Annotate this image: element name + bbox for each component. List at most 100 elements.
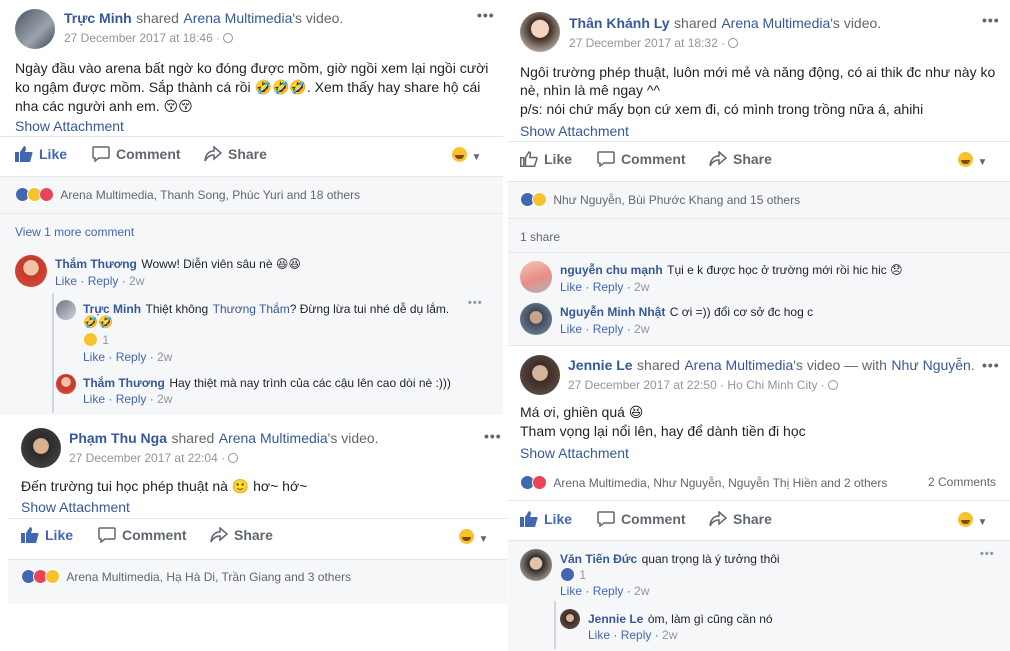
like-button[interactable]: Like <box>21 527 73 543</box>
comment-time[interactable]: 2w <box>634 280 649 294</box>
shares-count-link[interactable]: 1 share <box>520 230 560 244</box>
shared-suffix: 's video. <box>830 15 882 31</box>
avatar[interactable] <box>520 12 560 52</box>
reply-options-icon[interactable]: ••• <box>468 297 483 309</box>
reply-like-link[interactable]: Like <box>83 392 105 406</box>
shared-suffix: 's video — with <box>793 357 887 373</box>
reaction-picker[interactable]: ▼ <box>958 512 987 530</box>
author-name[interactable]: Trực Minh <box>64 10 132 26</box>
comment-reply-link[interactable]: Reply <box>593 584 624 598</box>
thumbs-up-icon <box>520 151 538 167</box>
like-button[interactable]: Like <box>520 151 572 167</box>
more-options-icon[interactable]: ••• <box>982 357 1000 373</box>
reply-time[interactable]: 2w <box>157 350 172 364</box>
avatar[interactable] <box>520 303 552 335</box>
reply-reply-link[interactable]: Reply <box>116 392 147 406</box>
post-card-pham-thu-nga: Phạm Thu Nga shared Arena Multimedia's v… <box>8 418 507 604</box>
comment-time[interactable]: 2w <box>634 322 649 336</box>
like-label: Like <box>45 527 74 543</box>
reaction-picker[interactable]: ▼ <box>958 152 987 170</box>
like-reaction-icon <box>560 567 575 582</box>
author-name[interactable]: Jennie Le <box>568 357 633 373</box>
comment-like-link[interactable]: Like <box>55 274 77 288</box>
reaction-picker[interactable]: ▼ <box>452 147 481 165</box>
comment-time[interactable]: 2w <box>634 584 649 598</box>
comment-button[interactable]: Comment <box>597 511 686 527</box>
show-attachment-link[interactable]: Show Attachment <box>520 445 629 461</box>
comment-reaction-count[interactable]: 1 <box>560 567 586 582</box>
comment-reply-link[interactable]: Reply <box>593 322 624 336</box>
author-name[interactable]: Phạm Thu Nga <box>69 430 167 446</box>
more-options-icon[interactable]: ••• <box>477 7 495 23</box>
view-more-comments-link[interactable]: View 1 more comment <box>15 225 134 239</box>
post-time[interactable]: 27 December 2017 at 22:04 · <box>69 451 225 465</box>
tagged-name[interactable]: Như Nguyễn <box>891 357 970 373</box>
show-attachment-link[interactable]: Show Attachment <box>15 118 124 134</box>
comment-button[interactable]: Comment <box>92 146 181 162</box>
share-button[interactable]: Share <box>709 151 772 167</box>
reply-time[interactable]: 2w <box>662 628 677 642</box>
share-button[interactable]: Share <box>709 511 772 527</box>
comments-count-link[interactable]: 2 Comments <box>928 475 996 489</box>
reply-like-link[interactable]: Like <box>588 628 610 642</box>
commenter-name[interactable]: nguyễn chu mạnh <box>560 263 663 277</box>
avatar[interactable] <box>520 261 552 293</box>
comment-reply-link[interactable]: Reply <box>88 274 119 288</box>
reactions-summary[interactable]: Arena Multimedia, Như Nguyễn, Nguyễn Thị… <box>520 475 887 490</box>
reply-reply-link[interactable]: Reply <box>621 628 652 642</box>
avatar[interactable] <box>56 300 76 320</box>
reply-name[interactable]: Thắm Thương <box>83 376 165 390</box>
post-text-line: nè, nhìn là mê ngay ^^ <box>520 82 660 98</box>
post-time[interactable]: 27 December 2017 at 22:50 · Ho Chi Minh … <box>568 378 825 392</box>
page-link[interactable]: Arena Multimedia <box>721 15 830 31</box>
like-label: Like <box>39 146 68 162</box>
comment-button[interactable]: Comment <box>98 527 187 543</box>
comment-like-link[interactable]: Like <box>560 584 582 598</box>
avatar[interactable] <box>15 255 47 287</box>
post-time[interactable]: 27 December 2017 at 18:32 <box>569 36 718 50</box>
author-name[interactable]: Thân Khánh Ly <box>569 15 670 31</box>
page-link[interactable]: Arena Multimedia <box>183 10 292 26</box>
post-text-line: Tham vọng lại nổi lên, hay để dành tiền … <box>520 423 806 439</box>
reply-name[interactable]: Jennie Le <box>588 612 643 626</box>
post-time[interactable]: 27 December 2017 at 18:46 <box>64 31 213 45</box>
reply-name[interactable]: Trực Minh <box>83 302 141 316</box>
comment-time[interactable]: 2w <box>129 274 144 288</box>
reactions-summary[interactable]: Arena Multimedia, Hạ Hà Di, Trần Giang a… <box>21 569 351 584</box>
comment-like-link[interactable]: Like <box>560 322 582 336</box>
reply-reaction-count[interactable]: 1 <box>83 332 109 347</box>
more-options-icon[interactable]: ••• <box>484 428 502 444</box>
avatar[interactable] <box>21 428 61 468</box>
avatar[interactable] <box>520 549 552 581</box>
reactions-summary[interactable]: Như Nguyễn, Bùi Phước Khang and 15 other… <box>520 192 800 207</box>
comment-button[interactable]: Comment <box>597 151 686 167</box>
share-label: Share <box>733 151 772 167</box>
share-button[interactable]: Share <box>204 146 267 162</box>
more-options-icon[interactable]: ••• <box>982 12 1000 28</box>
reply-like-link[interactable]: Like <box>83 350 105 364</box>
comment-like-link[interactable]: Like <box>560 280 582 294</box>
page-link[interactable]: Arena Multimedia <box>684 357 793 373</box>
show-attachment-link[interactable]: Show Attachment <box>520 123 629 139</box>
like-button[interactable]: Like <box>520 511 572 527</box>
share-button[interactable]: Share <box>210 527 273 543</box>
reply-reply-link[interactable]: Reply <box>116 350 147 364</box>
like-button[interactable]: Like <box>15 146 67 162</box>
reply-time[interactable]: 2w <box>157 392 172 406</box>
commenter-name[interactable]: Nguyễn Minh Nhật <box>560 305 665 319</box>
avatar[interactable] <box>520 355 560 395</box>
avatar[interactable] <box>560 609 580 629</box>
comment-options-icon[interactable]: ••• <box>980 548 995 560</box>
avatar[interactable] <box>15 9 55 49</box>
page-link[interactable]: Arena Multimedia <box>219 430 328 446</box>
reaction-picker[interactable]: ▼ <box>459 529 488 547</box>
commenter-name[interactable]: Văn Tiến Đức <box>560 552 637 566</box>
tagged-name[interactable]: Thương Thắm <box>213 302 290 316</box>
shared-suffix: 's video. <box>292 10 344 26</box>
comment-reply-link[interactable]: Reply <box>593 280 624 294</box>
avatar[interactable] <box>56 374 76 394</box>
show-attachment-link[interactable]: Show Attachment <box>21 499 130 515</box>
reactions-summary[interactable]: Arena Multimedia, Thanh Song, Phúc Yuri … <box>15 187 360 202</box>
love-reaction-icon <box>532 475 547 490</box>
commenter-name[interactable]: Thắm Thương <box>55 257 137 271</box>
